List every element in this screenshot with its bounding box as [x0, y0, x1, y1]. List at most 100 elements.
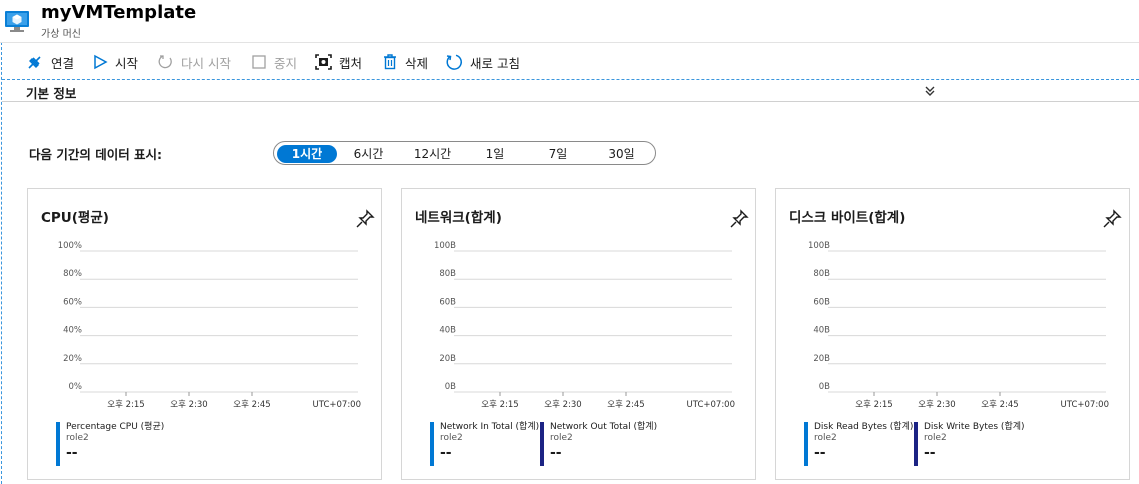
page-title: myVMTemplate: [41, 2, 197, 23]
start-label: 시작: [115, 55, 139, 71]
x-tick-label: 오후 2:15: [481, 400, 518, 410]
y-tick-label: 20B: [439, 354, 456, 364]
start-button[interactable]: 시작: [92, 51, 138, 73]
page-subtitle: 가상 머신: [41, 29, 81, 40]
legend-color-swatch: [56, 422, 60, 466]
time-option-30d[interactable]: 30일: [594, 145, 649, 163]
legend-color-swatch: [430, 422, 434, 466]
legend-series-sub: role2: [924, 433, 947, 443]
refresh-icon: [446, 54, 462, 70]
y-tick-label: 100B: [808, 241, 830, 251]
legend-series-name: Network In Total (합계): [440, 422, 540, 432]
x-tick-label: 오후 2:45: [981, 400, 1018, 410]
capture-icon: [315, 54, 332, 70]
legend-series-sub: role2: [550, 433, 573, 443]
restart-icon: [158, 55, 172, 69]
time-option-7d[interactable]: 7일: [533, 145, 583, 163]
y-tick-label: 0%: [69, 382, 83, 392]
stop-icon: [252, 55, 266, 69]
time-range-label: 다음 기간의 데이터 표시:: [29, 147, 163, 162]
chevron-double-down-icon[interactable]: [924, 84, 936, 98]
command-bar: 연결 시작 다시 시작 중지 캡처 삭제 새로 고침: [0, 42, 1139, 79]
legend-series-sub: role2: [440, 433, 463, 443]
pin-icon[interactable]: [355, 209, 375, 229]
legend-series-name: Disk Write Bytes (합계): [924, 422, 1025, 432]
y-tick-label: 20B: [813, 354, 830, 364]
x-tick-label: 오후 2:45: [607, 400, 644, 410]
refresh-label: 새로 고침: [470, 55, 520, 71]
y-tick-label: 0B: [819, 382, 830, 392]
legend-item-network-out[interactable]: Network Out Total (합계) role2 --: [540, 422, 657, 466]
trash-icon: [384, 54, 396, 70]
refresh-button[interactable]: 새로 고침: [445, 51, 520, 73]
time-option-1d[interactable]: 1일: [470, 145, 520, 163]
y-tick-label: 80B: [813, 269, 830, 279]
chart-title: CPU(평균): [41, 210, 109, 226]
time-option-12h[interactable]: 12시간: [405, 145, 460, 163]
legend-item-disk-write[interactable]: Disk Write Bytes (합계) role2 --: [914, 422, 1025, 466]
capture-button[interactable]: 캡처: [315, 51, 362, 73]
cpu-chart-card: CPU(평균) 100% 80% 60% 40% 20% 0% 오후 2:15 오후 2:30…: [27, 188, 382, 480]
connect-button[interactable]: 연결: [26, 51, 74, 73]
virtual-machine-icon: [5, 11, 29, 32]
delete-label: 삭제: [405, 55, 429, 71]
legend-color-swatch: [540, 422, 544, 466]
legend-series-value: --: [814, 445, 826, 461]
focus-outline: [1, 42, 2, 484]
time-range-selector: 1시간 6시간 12시간 1일 7일 30일: [273, 141, 656, 165]
legend-color-swatch: [914, 422, 918, 466]
y-tick-label: 40%: [63, 326, 82, 336]
legend-series-sub: role2: [814, 433, 837, 443]
stop-button[interactable]: 중지: [251, 51, 297, 73]
x-tick-label: 오후 2:30: [918, 400, 955, 410]
legend-item-network-in[interactable]: Network In Total (합계) role2 --: [430, 422, 539, 466]
timezone-label: UTC+07:00: [687, 400, 735, 410]
delete-button[interactable]: 삭제: [382, 51, 428, 73]
x-tick-label: 오후 2:15: [855, 400, 892, 410]
legend-item-cpu[interactable]: Percentage CPU (평균) role2 --: [56, 422, 164, 466]
y-tick-label: 40B: [439, 326, 456, 336]
y-tick-label: 60B: [813, 297, 830, 307]
x-tick-label: 오후 2:30: [544, 400, 581, 410]
y-tick-label: 40B: [813, 326, 830, 336]
stop-label: 중지: [274, 55, 298, 71]
legend-series-value: --: [66, 445, 78, 461]
time-option-6h[interactable]: 6시간: [341, 145, 396, 163]
network-chart-card: 네트워크(합계) 100B 80B 60B 40B 20B 0B 오후 2:15 오후 2:3…: [401, 188, 756, 480]
x-tick-label: 오후 2:15: [107, 400, 144, 410]
cpu-chart: 100% 80% 60% 40% 20% 0% 오후 2:15 오후 2:30 오후 2:45 U…: [58, 241, 361, 410]
plug-icon: [28, 56, 41, 69]
timezone-label: UTC+07:00: [313, 400, 361, 410]
y-tick-label: 80B: [439, 269, 456, 279]
pin-icon[interactable]: [729, 209, 749, 229]
x-tick-label: 오후 2:45: [233, 400, 270, 410]
time-option-1h[interactable]: 1시간: [277, 145, 337, 163]
legend-series-sub: role2: [66, 433, 89, 443]
capture-label: 캡처: [339, 55, 363, 71]
network-chart: 100B 80B 60B 40B 20B 0B 오후 2:15 오후 2:30 오후 2:45 U…: [434, 241, 735, 410]
disk-chart-card: 디스크 바이트(합계) 100B 80B 60B 40B 20B 0B 오후 2:15 오후 …: [775, 188, 1130, 480]
legend-series-value: --: [550, 445, 562, 461]
chart-title: 네트워크(합계): [415, 210, 502, 226]
x-tick-label: 오후 2:30: [170, 400, 207, 410]
connect-label: 연결: [51, 55, 75, 71]
y-tick-label: 60%: [63, 297, 82, 307]
restart-button[interactable]: 다시 시작: [158, 51, 231, 73]
legend-series-value: --: [924, 445, 936, 461]
y-tick-label: 60B: [439, 297, 456, 307]
legend-item-disk-read[interactable]: Disk Read Bytes (합계) role2 --: [804, 422, 913, 466]
essentials-bar[interactable]: 기본 정보: [2, 79, 1139, 102]
y-tick-label: 80%: [63, 269, 82, 279]
legend-color-swatch: [804, 422, 808, 466]
y-tick-label: 100B: [434, 241, 456, 251]
timezone-label: UTC+07:00: [1061, 400, 1109, 410]
y-tick-label: 20%: [63, 354, 82, 364]
page-header: myVMTemplate 가상 머신: [0, 0, 1139, 42]
legend-series-name: Network Out Total (합계): [550, 422, 658, 432]
y-tick-label: 0B: [445, 382, 456, 392]
play-icon: [94, 54, 108, 70]
legend-series-name: Disk Read Bytes (합계): [814, 422, 914, 432]
disk-chart: 100B 80B 60B 40B 20B 0B 오후 2:15 오후 2:30 오후 2:45 U…: [808, 241, 1109, 410]
pin-icon[interactable]: [1102, 209, 1122, 229]
essentials-label: 기본 정보: [26, 86, 77, 101]
